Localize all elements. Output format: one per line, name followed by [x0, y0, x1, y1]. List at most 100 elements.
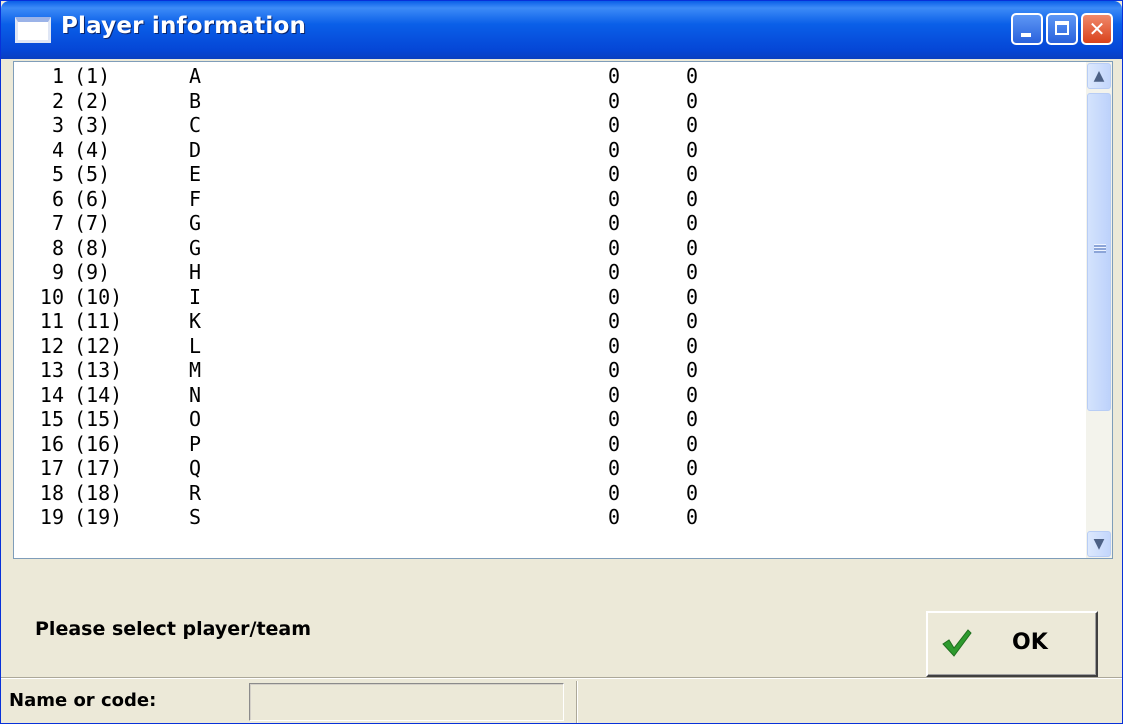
player-number: 12 — [39, 333, 64, 358]
name-or-code-input[interactable] — [249, 683, 564, 721]
player-list[interactable]: 1 (1) A 0 0 2 (2) B 0 0 3 (3) C 0 0 4 (4) D 0 0 5 (5) E 0 0 6 (6) F… — [13, 61, 1113, 559]
player-code: (13) — [74, 358, 123, 382]
vertical-scrollbar[interactable]: ▲ ▼ — [1086, 62, 1112, 558]
select-prompt: Please select player/team — [35, 618, 312, 640]
player-number: 11 — [39, 309, 64, 333]
player-name: L — [189, 333, 202, 358]
player-value-2: 0 — [686, 505, 699, 529]
player-value-1: 0 — [608, 260, 621, 284]
player-code: (7) — [74, 211, 111, 235]
player-value-2: 0 — [686, 431, 699, 456]
player-name: P — [189, 431, 202, 456]
name-or-code-label: Name or code: — [9, 690, 157, 711]
grip-icon — [1094, 244, 1106, 253]
player-name: G — [189, 211, 202, 235]
player-row[interactable]: 12 (12) L 0 0 — [14, 334, 1086, 359]
scroll-down-button[interactable]: ▼ — [1087, 531, 1111, 557]
player-number: 14 — [39, 382, 64, 407]
close-icon: ✕ — [1088, 17, 1106, 41]
player-number: 5 — [51, 162, 64, 186]
player-row[interactable]: 16 (16) P 0 0 — [14, 432, 1086, 457]
minimize-button[interactable] — [1011, 13, 1043, 45]
player-row[interactable]: 6 (6) F 0 0 — [14, 187, 1086, 212]
player-code: (10) — [74, 284, 123, 309]
player-value-1: 0 — [608, 358, 621, 382]
player-value-1: 0 — [608, 456, 621, 480]
player-row[interactable]: 14 (14) N 0 0 — [14, 383, 1086, 408]
player-code: (6) — [74, 186, 111, 211]
checkmark-icon — [942, 629, 972, 657]
player-value-1: 0 — [608, 211, 621, 235]
player-code: (1) — [74, 64, 111, 88]
player-number: 15 — [39, 407, 64, 431]
player-number: 10 — [39, 284, 64, 309]
player-name: R — [189, 480, 202, 505]
player-value-2: 0 — [686, 235, 699, 260]
player-row[interactable]: 5 (5) E 0 0 — [14, 162, 1086, 187]
ok-label: OK — [1012, 630, 1048, 655]
player-value-2: 0 — [686, 186, 699, 211]
player-name: S — [189, 505, 202, 529]
player-value-1: 0 — [608, 480, 621, 505]
ok-button[interactable]: OK — [926, 611, 1098, 677]
player-value-1: 0 — [608, 505, 621, 529]
player-value-1: 0 — [608, 382, 621, 407]
player-number: 6 — [51, 186, 64, 211]
scroll-up-button[interactable]: ▲ — [1087, 63, 1111, 89]
scroll-thumb[interactable] — [1087, 93, 1111, 411]
player-number: 16 — [39, 431, 64, 456]
player-value-1: 0 — [608, 235, 621, 260]
player-name: E — [189, 162, 202, 186]
player-name: A — [189, 64, 202, 88]
player-value-2: 0 — [686, 137, 699, 162]
player-value-1: 0 — [608, 309, 621, 333]
player-row[interactable]: 9 (9) H 0 0 — [14, 260, 1086, 285]
player-value-2: 0 — [686, 480, 699, 505]
player-value-2: 0 — [686, 382, 699, 407]
player-row[interactable]: 19 (19) S 0 0 — [14, 505, 1086, 530]
window-title: Player information — [61, 13, 307, 39]
player-name: C — [189, 113, 202, 137]
player-name: I — [189, 284, 202, 309]
player-code: (2) — [74, 88, 111, 113]
player-code: (4) — [74, 137, 111, 162]
window-icon — [15, 17, 51, 43]
player-code: (9) — [74, 260, 111, 284]
player-row[interactable]: 18 (18) R 0 0 — [14, 481, 1086, 506]
player-name: D — [189, 137, 202, 162]
player-value-2: 0 — [686, 333, 699, 358]
player-value-2: 0 — [686, 309, 699, 333]
chevron-up-icon: ▲ — [1093, 68, 1105, 84]
player-code: (12) — [74, 333, 123, 358]
close-button[interactable]: ✕ — [1081, 13, 1113, 45]
player-number: 3 — [51, 113, 64, 137]
player-value-2: 0 — [686, 260, 699, 284]
player-row[interactable]: 11 (11) K 0 0 — [14, 309, 1086, 334]
player-code: (18) — [74, 480, 123, 505]
player-number: 4 — [51, 137, 64, 162]
player-row[interactable]: 15 (15) O 0 0 — [14, 407, 1086, 432]
player-value-1: 0 — [608, 186, 621, 211]
player-number: 7 — [51, 211, 64, 235]
player-number: 9 — [51, 260, 64, 284]
status-divider — [576, 681, 578, 723]
player-name: K — [189, 309, 202, 333]
player-row[interactable]: 7 (7) G 0 0 — [14, 211, 1086, 236]
player-row[interactable]: 1 (1) A 0 0 — [14, 64, 1086, 89]
player-value-1: 0 — [608, 407, 621, 431]
player-name: O — [189, 407, 202, 431]
maximize-button[interactable] — [1046, 13, 1078, 45]
player-row[interactable]: 4 (4) D 0 0 — [14, 138, 1086, 163]
player-value-1: 0 — [608, 88, 621, 113]
player-row[interactable]: 13 (13) M 0 0 — [14, 358, 1086, 383]
player-value-2: 0 — [686, 64, 699, 88]
player-row[interactable]: 17 (17) Q 0 0 — [14, 456, 1086, 481]
player-code: (15) — [74, 407, 123, 431]
player-row[interactable]: 2 (2) B 0 0 — [14, 89, 1086, 114]
player-name: G — [189, 235, 202, 260]
player-row[interactable]: 3 (3) C 0 0 — [14, 113, 1086, 138]
title-bar[interactable]: Player information ✕ — [1, 1, 1122, 59]
player-row[interactable]: 8 (8) G 0 0 — [14, 236, 1086, 261]
player-row[interactable]: 10 (10) I 0 0 — [14, 285, 1086, 310]
player-value-1: 0 — [608, 431, 621, 456]
